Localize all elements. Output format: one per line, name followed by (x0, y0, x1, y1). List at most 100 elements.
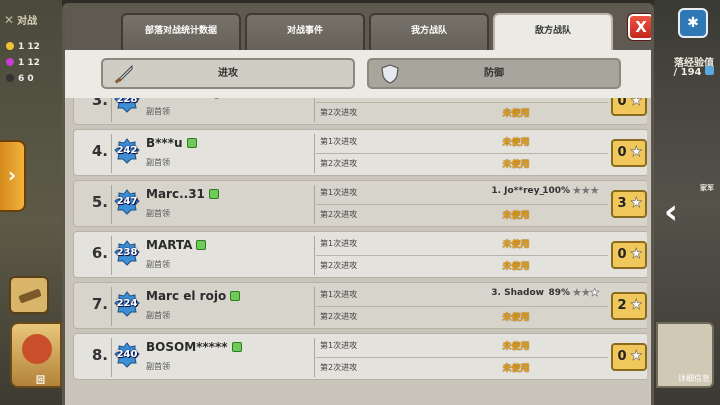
details-label: 详细信息 (678, 374, 710, 383)
town-hall-level: 228 (116, 98, 138, 105)
member-role: 副首领 (146, 107, 170, 116)
member-name: Ald***Qkkg (146, 98, 236, 99)
member-name: Marc el rojo (146, 289, 241, 303)
star-icon: ★ (630, 246, 643, 263)
crossed-swords-icon: ✕ (4, 13, 15, 27)
xp-shield-icon (705, 66, 714, 75)
attack-unused-label: 未使用 (502, 342, 530, 352)
member-info-icon[interactable] (196, 240, 207, 250)
expand-arrow-button[interactable]: › (0, 140, 26, 212)
tab-our-team[interactable]: 我方战队 (369, 13, 489, 50)
second-attack-label: 第2次进攻 (320, 312, 358, 321)
second-attack-slot: 第2次进攻 未使用 (316, 256, 608, 277)
member-row[interactable]: 7. 224 Marc el rojo 副首领 第1次进攻 3. Shadow 89% ★★★… (73, 282, 647, 329)
divider (314, 338, 315, 377)
hud-xp-value: / 194 (674, 66, 714, 78)
attack-unused-label: 未使用 (502, 364, 530, 374)
star-empty-icon: ★ (589, 286, 599, 300)
member-role: 副首领 (146, 311, 170, 320)
star-filled-icon: ★ (580, 286, 591, 299)
chevron-right-icon[interactable]: ‹ (664, 192, 684, 232)
member-row[interactable]: 4. 242 B***u 副首领 第1次进攻 未使用 第2次进攻 未使用 0 ★ (73, 129, 647, 176)
second-attack-slot: 第2次进攻 未使用 (316, 205, 608, 226)
total-stars-box: 2 ★ (611, 292, 647, 320)
second-attack-slot: 第2次进攻 未使用 (316, 103, 608, 124)
attack-unused-label: 未使用 (502, 160, 530, 170)
member-rank: 4. (91, 142, 108, 160)
total-stars-box: 0 ★ (611, 241, 647, 269)
close-button[interactable]: X (627, 13, 651, 41)
divider (314, 185, 315, 224)
star-icon: ★ (630, 144, 643, 161)
attack-toggle-button[interactable]: 进攻 (101, 58, 355, 89)
member-rank: 3. (91, 98, 108, 109)
gold-icon (6, 42, 14, 50)
member-info-icon[interactable] (230, 291, 241, 301)
second-attack-slot: 第2次进攻 未使用 (316, 154, 608, 175)
attack-target: 1. Jo**rey_ (491, 186, 544, 196)
member-info-icon[interactable] (208, 189, 219, 199)
hero-card-label: 回 (36, 376, 46, 386)
town-hall-level-icon: 228 (114, 98, 140, 113)
hud-war-title: ✕ 对战 (4, 13, 38, 27)
divider (314, 134, 315, 173)
divider (111, 134, 112, 173)
total-stars-box: 3 ★ (611, 190, 647, 218)
cannon-icon-button[interactable] (9, 276, 49, 314)
total-stars: 0 (617, 98, 627, 109)
attack-unused-label: 未使用 (502, 262, 530, 272)
member-row[interactable]: 6. 238 MARTA 副首领 第1次进攻未使用 第2次进攻 未使用 0 ★ (73, 231, 647, 278)
attack-unused-label: 未使用 (502, 109, 530, 119)
divider (111, 338, 112, 377)
member-info-icon[interactable] (231, 342, 242, 352)
divider (314, 287, 315, 326)
member-row[interactable]: 5. 247 Marc..31 副首领 第1次进攻 1. Jo**rey_ 100% ★★★ 第… (73, 180, 647, 227)
member-row[interactable]: 3.228Ald***Qkkg副首领第1次进攻未使用第2次进攻未使用0★ (73, 98, 647, 125)
mode-toggle-bar: 进攻 防御 (65, 50, 651, 98)
divider (314, 98, 315, 122)
member-name: MARTA (146, 238, 207, 252)
divider (111, 185, 112, 224)
tab-war-events[interactable]: 对战事件 (245, 13, 365, 50)
defense-toggle-label: 防御 (484, 68, 504, 79)
second-attack-label: 第2次进攻 (320, 210, 358, 219)
dark-elixir-icon (6, 74, 14, 82)
attack-unused-label: 未使用 (502, 138, 530, 148)
attack-toggle-label: 进攻 (218, 68, 238, 79)
town-hall-level-icon: 224 (114, 291, 140, 317)
member-rank: 8. (91, 346, 108, 364)
tab-enemy-team[interactable]: 敌方战队 (493, 13, 613, 50)
second-attack-label: 第2次进攻 (320, 159, 358, 168)
town-hall-level: 224 (116, 298, 138, 309)
first-attack-label: 第1次进攻 (320, 239, 358, 248)
total-stars: 3 (617, 196, 627, 211)
tab-clan-war-stats[interactable]: 部落对战统计数据 (121, 13, 241, 50)
divider (314, 236, 315, 275)
clan-badge-icon[interactable]: ✱ (678, 8, 708, 38)
member-role: 副首领 (146, 209, 170, 218)
attack-percent: 100% (542, 186, 570, 196)
town-hall-level: 238 (116, 247, 138, 258)
defense-toggle-button[interactable]: 防御 (367, 58, 621, 89)
total-stars-box: 0 ★ (611, 343, 647, 371)
total-stars: 0 (617, 145, 627, 160)
member-role: 副首领 (146, 260, 170, 269)
town-hall-level-icon: 242 (114, 138, 140, 164)
divider (111, 287, 112, 326)
member-rank: 6. (91, 244, 108, 262)
total-stars: 2 (617, 298, 627, 313)
member-rank: 5. (91, 193, 108, 211)
attack-unused-label: 未使用 (502, 313, 530, 323)
divider (111, 236, 112, 275)
sword-icon (114, 64, 133, 84)
first-attack-label: 第1次进攻 (320, 188, 358, 197)
member-info-icon[interactable] (186, 138, 197, 148)
member-row[interactable]: 8. 240 BOSOM***** 副首领 第1次进攻 未使用 第2次进攻 未使用 0 ★ (73, 333, 647, 380)
star-filled-icon: ★ (572, 286, 582, 299)
member-list[interactable]: 3.228Ald***Qkkg副首领第1次进攻未使用第2次进攻未使用0★4.24… (69, 98, 647, 405)
star-icon: ★ (630, 98, 643, 109)
member-role: 副首领 (146, 158, 170, 167)
resource-dark-elixir: 6 0 (6, 74, 34, 84)
first-attack-slot: 第1次进攻 未使用 (316, 336, 608, 357)
town-hall-level-icon: 238 (114, 240, 140, 266)
